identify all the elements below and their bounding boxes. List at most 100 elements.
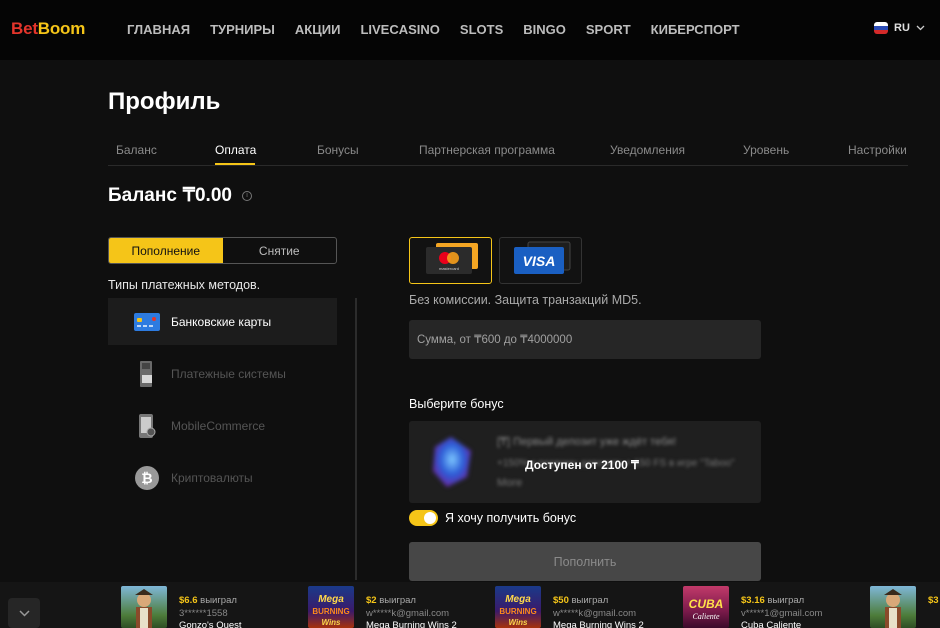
win-user: 3******1558 bbox=[179, 607, 228, 619]
win-item[interactable]: $3 bbox=[870, 586, 939, 628]
tab-level[interactable]: Уровень bbox=[743, 143, 789, 157]
tab-settings[interactable]: Настройки bbox=[848, 143, 907, 157]
method-crypto[interactable]: ₿ Криптовалюты bbox=[108, 454, 337, 501]
win-meta: $50 выиграл w*****k@gmail.com Mega Burni… bbox=[553, 586, 644, 628]
bonus-opt-in-label: Я хочу получить бонус bbox=[445, 511, 577, 525]
win-meta: $3 bbox=[928, 586, 939, 628]
main-nav: ГЛАВНАЯ ТУРНИРЫ АКЦИИ LIVECASINO SLOTS B… bbox=[127, 22, 760, 37]
bonus-opt-in[interactable]: Я хочу получить бонус bbox=[409, 510, 576, 526]
page-title: Профиль bbox=[108, 88, 221, 115]
nav-item-tournaments[interactable]: ТУРНИРЫ bbox=[210, 22, 275, 37]
nav-item-sport[interactable]: SPORT bbox=[586, 22, 631, 37]
profile-tabs: Баланс Оплата Бонусы Партнерская програм… bbox=[108, 134, 908, 166]
deposit-submit-button[interactable]: Пополнить bbox=[409, 542, 761, 581]
logo-text-boom: Boom bbox=[37, 19, 86, 38]
nav-item-main[interactable]: ГЛАВНАЯ bbox=[127, 22, 190, 37]
game-thumbnail: Mega BURNING Wins bbox=[495, 586, 541, 628]
win-label: выиграл bbox=[379, 595, 416, 606]
nav-item-slots[interactable]: SLOTS bbox=[460, 22, 503, 37]
bonus-line-1: [₸] Первый депозит уже ждёт тебя! bbox=[497, 436, 677, 448]
win-item[interactable]: Mega BURNING Wins $50 выиграл w*****k@gmai… bbox=[495, 586, 644, 628]
method-payment-systems[interactable]: Платежные системы bbox=[108, 350, 337, 397]
withdraw-button[interactable]: Снятие bbox=[223, 238, 337, 263]
win-meta: $2 выиграл w*****k@gmail.com Mega Burnin… bbox=[366, 586, 457, 628]
svg-text:Mega: Mega bbox=[505, 594, 531, 605]
mastercard-text: mastercard bbox=[438, 266, 458, 271]
win-label: выиграл bbox=[767, 595, 805, 606]
bank-card-icon bbox=[134, 309, 160, 335]
method-bank-cards[interactable]: Банковские карты bbox=[108, 298, 337, 345]
method-label: MobileCommerce bbox=[171, 418, 266, 433]
win-amount: $50 bbox=[553, 595, 569, 606]
method-label: Криптовалюты bbox=[171, 470, 253, 485]
win-game: Gonzo's Quest bbox=[179, 620, 242, 628]
payment-methods-list: Банковские карты Платежные системы Mobil… bbox=[108, 298, 337, 506]
nav-item-esports[interactable]: КИБЕРСПОРТ bbox=[651, 22, 740, 37]
win-label: выиграл bbox=[200, 595, 237, 606]
payment-terminal-icon bbox=[134, 360, 160, 387]
bonus-card[interactable]: [₸] Первый депозит уже ждёт тебя! +150% … bbox=[409, 421, 761, 503]
win-item[interactable]: Mega BURNING Wins $2 выиграл w*****k@gmail… bbox=[308, 586, 457, 628]
nav-item-livecasino[interactable]: LIVECASINO bbox=[360, 22, 439, 37]
flag-russia-icon bbox=[874, 22, 888, 34]
collapse-ticker-button[interactable] bbox=[8, 598, 40, 628]
top-navigation-bar: BetBoom ГЛАВНАЯ ТУРНИРЫ АКЦИИ LIVECASINO… bbox=[0, 0, 940, 60]
win-amount: $3.16 bbox=[741, 595, 765, 606]
nav-item-bingo[interactable]: BINGO bbox=[523, 22, 566, 37]
win-amount: $3 bbox=[928, 595, 939, 606]
win-game: Mega Burning Wins 2 bbox=[366, 620, 457, 628]
bonus-toggle-switch[interactable] bbox=[409, 510, 438, 526]
win-amount: $6.6 bbox=[179, 595, 198, 606]
win-user: w*****k@gmail.com bbox=[553, 607, 637, 619]
mastercard-icon: mastercard bbox=[422, 241, 480, 280]
amount-input[interactable] bbox=[409, 320, 761, 359]
svg-text:₿: ₿ bbox=[141, 470, 152, 486]
recent-wins-ticker: $6.6 выиграл 3******1558 Gonzo's Quest M… bbox=[0, 582, 940, 628]
svg-text:CUBA: CUBA bbox=[689, 597, 724, 611]
deposit-button[interactable]: Пополнение bbox=[109, 238, 223, 263]
svg-text:BURNING: BURNING bbox=[312, 607, 349, 616]
language-selector[interactable]: RU bbox=[874, 22, 925, 34]
tab-balance[interactable]: Баланс bbox=[116, 143, 157, 157]
win-meta: $3.16 выиграл v*****1@gmail.com Cuba Cal… bbox=[741, 586, 822, 628]
win-user: w*****k@gmail.com bbox=[366, 607, 450, 619]
tab-bonuses[interactable]: Бонусы bbox=[317, 143, 359, 157]
deposit-withdraw-toggle: Пополнение Снятие bbox=[108, 237, 337, 264]
visa-option[interactable]: VISA bbox=[499, 237, 582, 284]
svg-text:Wins: Wins bbox=[508, 618, 528, 627]
vertical-divider bbox=[355, 298, 357, 580]
win-meta: $6.6 выиграл 3******1558 Gonzo's Quest bbox=[179, 586, 242, 628]
svg-text:Wins: Wins bbox=[321, 618, 341, 627]
win-amount: $2 bbox=[366, 595, 377, 606]
logo-text-bet: Bet bbox=[11, 19, 38, 38]
no-fee-note: Без комиссии. Защита транзакций MD5. bbox=[409, 293, 642, 307]
betboom-logo[interactable]: BetBoom bbox=[11, 19, 85, 39]
svg-text:Mega: Mega bbox=[318, 594, 344, 605]
svg-text:Caliente: Caliente bbox=[692, 612, 720, 621]
mobile-phone-icon bbox=[134, 413, 160, 439]
info-icon[interactable]: i bbox=[241, 190, 252, 201]
balance-label: Баланс bbox=[108, 184, 177, 206]
method-label: Платежные системы bbox=[171, 366, 286, 381]
tab-payment[interactable]: Оплата bbox=[215, 143, 256, 157]
visa-text: VISA bbox=[522, 253, 555, 269]
win-item[interactable]: CUBA Caliente $3.16 выиграл v*****1@gmail… bbox=[683, 586, 822, 628]
tab-notifications[interactable]: Уведомления bbox=[610, 143, 685, 157]
game-thumbnail: Mega BURNING Wins bbox=[308, 586, 354, 628]
bitcoin-icon: ₿ bbox=[134, 465, 160, 491]
method-mobile-commerce[interactable]: MobileCommerce bbox=[108, 402, 337, 449]
mastercard-option[interactable]: mastercard bbox=[409, 237, 492, 284]
win-item[interactable]: $6.6 выиграл 3******1558 Gonzo's Quest bbox=[121, 586, 242, 628]
card-options: mastercard VISA bbox=[409, 237, 582, 284]
game-thumbnail bbox=[870, 586, 916, 628]
language-code: RU bbox=[894, 22, 910, 34]
bonus-line-3: Моге bbox=[497, 477, 523, 489]
balance-display: Баланс ₸0.00 i bbox=[108, 184, 252, 207]
win-label: выиграл bbox=[571, 595, 609, 606]
payment-methods-title: Типы платежных методов. bbox=[108, 278, 261, 292]
method-label: Банковские карты bbox=[171, 314, 272, 329]
chevron-down-icon bbox=[18, 609, 30, 617]
nav-item-promotions[interactable]: АКЦИИ bbox=[295, 22, 341, 37]
tab-affiliate[interactable]: Партнерская программа bbox=[419, 143, 555, 157]
chevron-down-icon bbox=[916, 25, 925, 31]
